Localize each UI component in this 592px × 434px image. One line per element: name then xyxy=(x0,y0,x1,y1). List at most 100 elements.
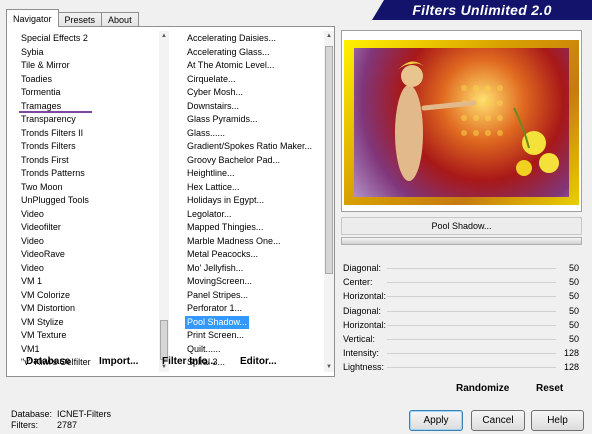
category-item[interactable]: Tronds Filters II xyxy=(19,127,159,141)
filter-item[interactable]: Print Screen... xyxy=(185,329,325,343)
filter-item[interactable]: Metal Peacocks... xyxy=(185,248,325,262)
filter-item[interactable]: Gradient/Spokes Ratio Maker... xyxy=(185,140,325,154)
category-item[interactable]: Tronds Filters xyxy=(19,140,159,154)
parameter-value: 50 xyxy=(568,277,579,288)
help-button[interactable]: Help xyxy=(531,410,584,431)
filter-item[interactable]: Glass...... xyxy=(185,127,325,141)
title-banner: Filters Unlimited 2.0 xyxy=(372,0,592,20)
filter-item[interactable]: Perforator 1... xyxy=(185,302,325,316)
filter-item[interactable]: Quilt...... xyxy=(185,343,325,357)
category-scroll-thumb[interactable] xyxy=(160,320,168,360)
database-value: ICNET-Filters xyxy=(57,409,111,419)
category-item[interactable]: Video xyxy=(19,208,159,222)
parameter-label: Diagonal: xyxy=(343,263,382,273)
parameter-value: 128 xyxy=(563,362,579,373)
randomize-button[interactable]: Randomize xyxy=(456,383,509,394)
parameter-row: Diagonal: 50 xyxy=(341,304,582,318)
category-item[interactable]: VM1 xyxy=(19,343,159,357)
apply-button[interactable]: Apply xyxy=(409,410,463,431)
category-item[interactable]: Video xyxy=(19,262,159,276)
category-item[interactable]: VM 1 xyxy=(19,275,159,289)
filter-item[interactable]: Panel Stripes... xyxy=(185,289,325,303)
category-list[interactable]: Special Effects 2 Sybia Tile & Mirror Toadi… xyxy=(19,32,159,370)
filter-item[interactable]: At The Atomic Level... xyxy=(185,59,325,73)
parameter-row: Horizontal: 50 xyxy=(341,289,582,303)
filter-item[interactable]: Glass Pyramids... xyxy=(185,113,325,127)
parameter-slider[interactable] xyxy=(387,338,556,340)
scroll-up-icon[interactable]: ▲ xyxy=(324,31,334,41)
category-item[interactable]: VM Distortion xyxy=(19,302,159,316)
category-item[interactable]: Video xyxy=(19,235,159,249)
filter-item[interactable]: Holidays in Egypt... xyxy=(185,194,325,208)
filter-scroll-thumb[interactable] xyxy=(325,46,333,274)
category-item[interactable]: Transparency xyxy=(19,113,159,127)
category-item[interactable]: Tronds Patterns xyxy=(19,167,159,181)
filter-item[interactable]: Groovy Bachelor Pad... xyxy=(185,154,325,168)
parameter-slider[interactable] xyxy=(387,367,556,369)
parameter-slider[interactable] xyxy=(387,353,556,355)
parameter-label: Intensity: xyxy=(343,348,380,359)
category-item[interactable]: Toadies xyxy=(19,73,159,87)
parameter-label: Lightness: xyxy=(343,362,385,373)
category-scrollbar[interactable]: ▲ ▼ xyxy=(159,31,169,372)
cancel-button[interactable]: Cancel xyxy=(471,410,525,431)
tab-strip: Navigator Presets About xyxy=(6,9,139,27)
reset-button[interactable]: Reset xyxy=(536,383,563,394)
filter-item[interactable]: MovingScreen... xyxy=(185,275,325,289)
parameter-slider[interactable] xyxy=(387,310,556,312)
parameter-value: 128 xyxy=(563,348,579,359)
database-info: Database: ICNET-Filters Filters: 2787 xyxy=(11,409,111,431)
parameter-label: Vertical: xyxy=(343,333,376,344)
category-item[interactable]: Two Moon xyxy=(19,181,159,195)
parameter-slider[interactable] xyxy=(387,296,556,298)
parameter-row: Intensity: 128 xyxy=(341,346,582,360)
tab-presets[interactable]: Presets xyxy=(57,12,103,27)
category-item[interactable]: Tronds First xyxy=(19,154,159,168)
scroll-up-icon[interactable]: ▲ xyxy=(159,31,169,41)
parameter-slider[interactable] xyxy=(387,268,556,269)
category-item[interactable]: VideoRave xyxy=(19,248,159,262)
category-item[interactable]: VM Texture xyxy=(19,329,159,343)
category-item[interactable]: Special Effects 2 xyxy=(19,32,159,46)
navigator-panel: Special Effects 2 Sybia Tile & Mirror Toadi… xyxy=(6,26,335,377)
category-item[interactable]: VM Colorize xyxy=(19,289,159,303)
parameter-slider[interactable] xyxy=(387,324,556,326)
filter-item[interactable]: Cirquelate... xyxy=(185,73,325,87)
tab-about[interactable]: About xyxy=(101,12,139,27)
filter-item[interactable]: Pool Shadow... xyxy=(185,315,249,329)
filter-item[interactable]: Heightline... xyxy=(185,167,325,181)
editor-button[interactable]: Editor... xyxy=(240,356,277,367)
parameter-value: 50 xyxy=(568,319,579,330)
parameter-label: Horizontal: xyxy=(343,319,387,330)
filters-count-value: 2787 xyxy=(57,420,78,430)
category-item[interactable]: UnPlugged Tools xyxy=(19,194,159,208)
filter-item[interactable]: Accelerating Glass... xyxy=(185,46,325,60)
category-item[interactable]: Videofilter xyxy=(19,221,159,235)
filter-item[interactable]: Accelerating Daisies... xyxy=(185,32,325,46)
tab-navigator[interactable]: Navigator xyxy=(6,9,59,27)
progress-bar xyxy=(341,237,582,245)
filter-item[interactable]: Downstairs... xyxy=(185,100,325,114)
database-button[interactable]: Database xyxy=(26,356,70,367)
scroll-down-icon[interactable]: ▼ xyxy=(324,362,334,372)
filter-item[interactable]: Cyber Mosh... xyxy=(185,86,325,100)
category-item[interactable]: VM Stylize xyxy=(19,316,159,330)
import-button[interactable]: Import... xyxy=(99,356,138,367)
database-label: Database: xyxy=(11,409,53,419)
parameter-row: Horizontal: 50 xyxy=(341,318,582,332)
filter-item[interactable]: Mo' Jellyfish... xyxy=(185,262,325,276)
filter-info-button[interactable]: Filter Info... xyxy=(162,356,216,367)
category-item[interactable]: Tormentia xyxy=(19,86,159,100)
filter-item[interactable]: Marble Madness One... xyxy=(185,235,325,249)
parameter-slider[interactable] xyxy=(387,282,556,284)
filter-item[interactable]: Legolator... xyxy=(185,208,325,222)
category-item[interactable]: Tile & Mirror xyxy=(19,59,159,73)
filter-scrollbar[interactable]: ▲ ▼ xyxy=(324,31,334,372)
filter-list[interactable]: Accelerating Daisies... Accelerating Glas… xyxy=(185,32,325,370)
filter-item[interactable]: Hex Lattice... xyxy=(185,181,325,195)
category-item[interactable]: Sybia xyxy=(19,46,159,60)
parameter-row: Center: 50 xyxy=(341,275,582,289)
filters-count-label: Filters: xyxy=(11,420,38,430)
preview-artwork xyxy=(395,61,559,181)
filter-item[interactable]: Mapped Thingies... xyxy=(185,221,325,235)
